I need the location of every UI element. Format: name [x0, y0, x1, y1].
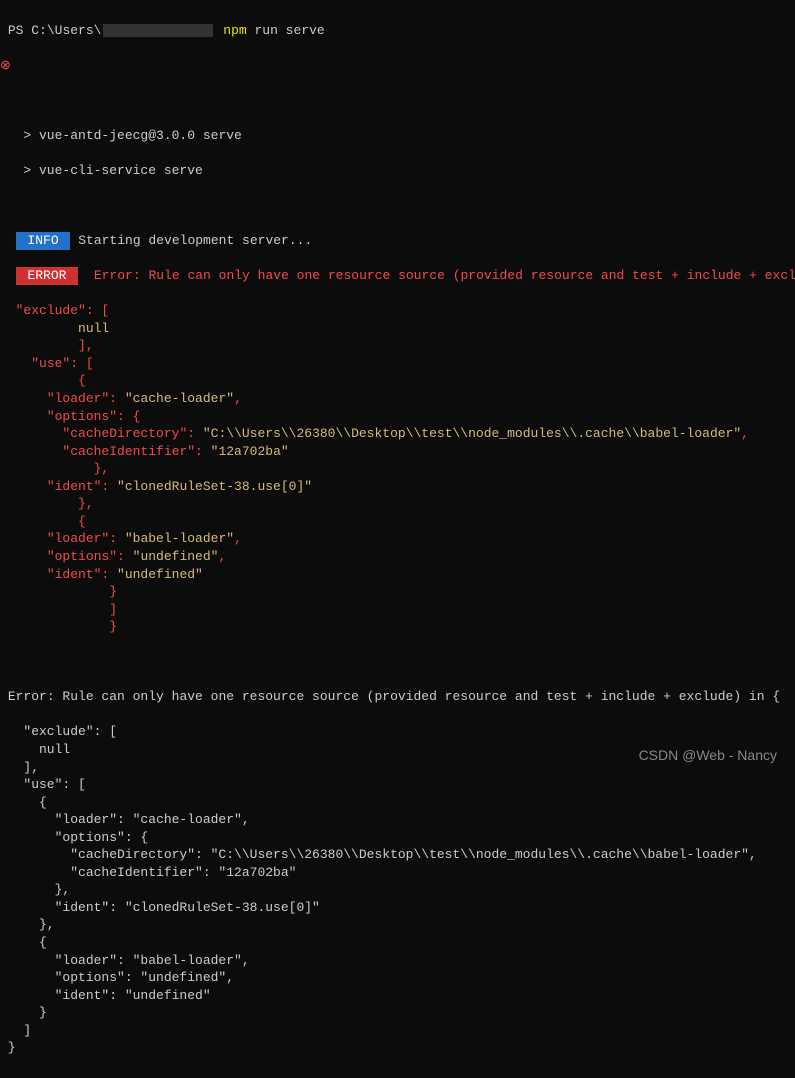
json-line: ]	[0, 601, 795, 619]
terminal-output: PS C:\Users\ npm run serve ⊗ > vue-antd-…	[0, 0, 795, 1078]
json-line: "exclude": [	[0, 723, 795, 741]
blank-line	[0, 92, 795, 110]
json-line: {	[0, 513, 795, 531]
json-line: "ident": "clonedRuleSet-38.use[0]"	[0, 899, 795, 917]
json-line: "use": [	[0, 355, 795, 373]
json-line: },	[0, 916, 795, 934]
json-line: "ident": "undefined"	[0, 987, 795, 1005]
json-line: "options": "undefined",	[0, 548, 795, 566]
json-line: ]	[0, 1022, 795, 1040]
error-badge: ERROR	[16, 267, 79, 285]
json-line: "ident": "clonedRuleSet-38.use[0]"	[0, 478, 795, 496]
json-line: "options": {	[0, 829, 795, 847]
blank-line	[0, 197, 795, 215]
json-line: "options": "undefined",	[0, 969, 795, 987]
redacted-path	[103, 24, 213, 37]
json-line: }	[0, 583, 795, 601]
json-line: }	[0, 1004, 795, 1022]
json-line: "exclude": [	[0, 302, 795, 320]
json-line: ],	[0, 337, 795, 355]
prompt-line: PS C:\Users\ npm run serve	[0, 22, 795, 40]
json-line: {	[0, 794, 795, 812]
json-line: "loader": "babel-loader",	[0, 952, 795, 970]
json-line: {	[0, 934, 795, 952]
blank-line	[0, 653, 795, 671]
json-line: "loader": "babel-loader",	[0, 530, 795, 548]
json-line: "cacheIdentifier": "12a702ba"	[0, 443, 795, 461]
json-line: "options": {	[0, 408, 795, 426]
json-line: },	[0, 495, 795, 513]
json-line: "cacheDirectory": "C:\\Users\\26380\\Des…	[0, 425, 795, 443]
json-line: null	[0, 320, 795, 338]
json-line: }	[0, 618, 795, 636]
colored-json-block: "exclude": [ null ], "use": [ { "loader"…	[0, 302, 795, 635]
plain-json-block: "exclude": [ null ], "use": [ { "loader"…	[0, 723, 795, 1056]
error-x-icon: ⊗	[0, 57, 795, 75]
json-line: },	[0, 881, 795, 899]
plain-error-header: Error: Rule can only have one resource s…	[0, 688, 795, 706]
info-badge: INFO	[16, 232, 71, 250]
json-line: "loader": "cache-loader",	[0, 811, 795, 829]
json-line: "cacheIdentifier": "12a702ba"	[0, 864, 795, 882]
json-line: "loader": "cache-loader",	[0, 390, 795, 408]
json-line: "ident": "undefined"	[0, 566, 795, 584]
script-echo: > vue-cli-service serve	[0, 162, 795, 180]
json-line: },	[0, 460, 795, 478]
script-echo: > vue-antd-jeecg@3.0.0 serve	[0, 127, 795, 145]
json-line: "cacheDirectory": "C:\\Users\\26380\\Des…	[0, 846, 795, 864]
json-line: }	[0, 1039, 795, 1057]
json-line: {	[0, 372, 795, 390]
error-line: ERROR Error: Rule can only have one reso…	[0, 267, 795, 285]
watermark: CSDN @Web - Nancy	[639, 746, 777, 765]
info-line: INFO Starting development server...	[0, 232, 795, 250]
